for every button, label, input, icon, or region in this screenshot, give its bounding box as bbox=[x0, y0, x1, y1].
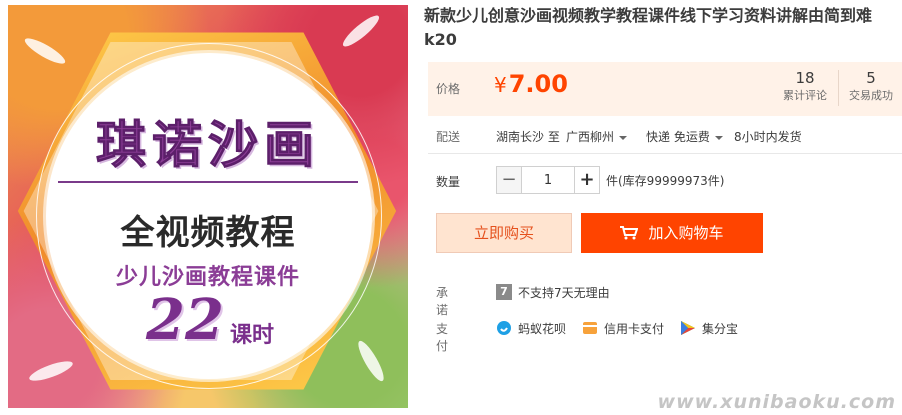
shipping-text: 快递 免运费 bbox=[646, 130, 710, 144]
hours-unit: 课时 bbox=[230, 323, 275, 348]
payment-label: 支付 bbox=[436, 322, 449, 353]
payment-credit-card[interactable]: 信用卡支付 bbox=[582, 320, 664, 337]
quantity-stepper: − + bbox=[496, 166, 600, 194]
reviews-count: 18 bbox=[795, 69, 815, 87]
payment-jifenbao[interactable]: 集分宝 bbox=[680, 320, 738, 337]
destination-text: 广西柳州 bbox=[566, 130, 615, 144]
jifenbao-icon bbox=[681, 321, 695, 335]
currency-symbol: ¥ bbox=[494, 73, 507, 97]
sales-count: 5 bbox=[866, 69, 876, 87]
watermark: www.xunibaoku.com bbox=[657, 391, 896, 413]
course-title: 全视频教程 bbox=[120, 213, 296, 253]
flower-petal bbox=[27, 357, 75, 385]
seven-day-icon: 7 bbox=[496, 284, 512, 300]
product-title: 新款少儿创意沙画视频教学教程课件线下学习资料讲解由简到难k20 bbox=[424, 6, 873, 49]
brand-title: 琪诺沙画 bbox=[96, 115, 320, 175]
payment-huabei[interactable]: 蚂蚁花呗 bbox=[496, 320, 566, 337]
delivery-origin: 湖南长沙 至 bbox=[496, 130, 560, 144]
chevron-down-icon bbox=[619, 135, 628, 140]
payment-method-label: 蚂蚁花呗 bbox=[518, 322, 567, 336]
divider-line bbox=[58, 181, 358, 183]
quantity-input[interactable] bbox=[522, 166, 574, 194]
payment-method-label: 信用卡支付 bbox=[604, 322, 665, 336]
stock-text: 件(库存99999973件) bbox=[606, 174, 725, 188]
flower-petal bbox=[354, 338, 388, 384]
flower-petal bbox=[339, 11, 383, 51]
hours-number: 22 bbox=[146, 287, 224, 353]
decrease-button[interactable]: − bbox=[496, 166, 522, 194]
quantity-label: 数量 bbox=[436, 175, 461, 189]
product-image[interactable]: 琪诺沙画 全视频教程 少儿沙画教程课件 22 课时 bbox=[8, 5, 408, 408]
increase-button[interactable]: + bbox=[574, 166, 600, 194]
sales-stat: 5 交易成功 bbox=[844, 68, 898, 104]
price-label: 价格 bbox=[436, 82, 461, 96]
cart-icon bbox=[620, 226, 639, 240]
destination-select[interactable]: 广西柳州 bbox=[566, 128, 628, 145]
promise-text: 不支持7天无理由 bbox=[518, 286, 610, 300]
stat-divider bbox=[838, 70, 839, 106]
buy-now-button[interactable]: 立即购买 bbox=[436, 213, 572, 253]
payment-method-label: 集分宝 bbox=[702, 322, 739, 336]
reviews-stat[interactable]: 18 累计评论 bbox=[778, 68, 832, 104]
divider bbox=[428, 153, 902, 154]
credit-card-icon bbox=[583, 322, 597, 334]
shipping-select[interactable]: 快递 免运费 bbox=[646, 128, 723, 145]
promise-label: 承诺 bbox=[436, 286, 449, 317]
price-amount: 7.00 bbox=[508, 70, 568, 98]
add-to-cart-label: 加入购物车 bbox=[648, 224, 724, 242]
dispatch-time: 8小时内发货 bbox=[734, 130, 802, 144]
chevron-down-icon bbox=[714, 135, 723, 140]
add-to-cart-button[interactable]: 加入购物车 bbox=[581, 213, 763, 253]
price-box: 价格 ¥7.00 18 累计评论 5 交易成功 bbox=[428, 62, 902, 116]
huabei-icon bbox=[497, 321, 511, 335]
sales-label: 交易成功 bbox=[849, 89, 893, 102]
reviews-label: 累计评论 bbox=[783, 89, 827, 102]
delivery-label: 配送 bbox=[436, 130, 461, 144]
flower-petal bbox=[22, 34, 68, 68]
price-value: ¥7.00 bbox=[494, 70, 568, 98]
